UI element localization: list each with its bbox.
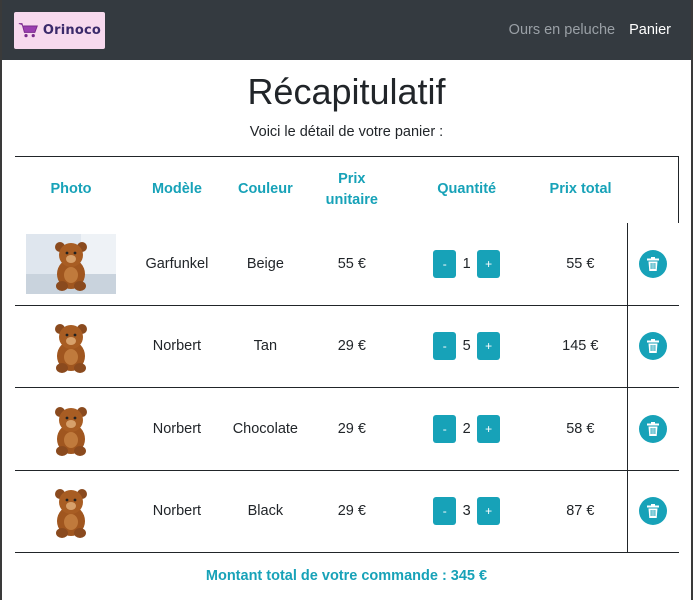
table-row: Garfunkel Beige 55 € - 1 + 55 € [15,222,679,306]
cell-total-price: 58 € [533,387,628,471]
cell-total-price: 145 € [533,305,628,388]
header-photo: Photo [15,156,127,223]
nav-link-cart[interactable]: Panier [629,22,671,38]
cell-quantity: - 2 + [399,387,534,471]
cell-color: Beige [226,222,304,306]
cell-photo [15,470,127,553]
cell-photo [15,305,127,388]
increase-quantity-button[interactable]: + [477,414,501,443]
increase-quantity-button[interactable]: + [477,249,501,278]
page-subtitle: Voici le détail de votre panier : [249,124,444,140]
decrease-quantity-button[interactable]: - [433,249,457,278]
table-row: Norbert Chocolate 29 € - 2 + 58 € [15,387,679,471]
increase-quantity-button[interactable]: + [477,497,501,526]
cell-action [627,305,679,388]
brand-logo[interactable]: Orinoco [14,11,105,49]
cell-unit-price: 29 € [303,387,400,471]
cell-model: Garfunkel [126,222,227,306]
decrease-quantity-button[interactable]: - [433,414,457,443]
cell-photo [15,222,127,306]
page-title: Récapitulatif [247,71,446,112]
cell-total-price: 87 € [533,470,628,553]
cell-action [627,387,679,471]
table-row: Norbert Black 29 € - 3 + 87 € [15,470,679,553]
navbar: Orinoco Ours en peluche Panier [0,0,693,60]
quantity-value: 2 [462,420,471,437]
header-total-price: Prix total [533,156,628,223]
decrease-quantity-button[interactable]: - [433,497,457,526]
teddy-bear-photo [26,399,116,459]
cell-color: Tan [226,305,304,388]
nav-links: Ours en peluche Panier [509,22,671,38]
remove-item-button[interactable] [639,414,668,443]
quantity-stepper: - 2 + [433,414,501,443]
cell-photo [15,387,127,471]
quantity-value: 3 [462,503,471,520]
cell-model: Norbert [126,470,227,553]
trash-icon [647,504,660,519]
cell-quantity: - 3 + [399,470,534,553]
quantity-stepper: - 3 + [433,497,501,526]
cell-quantity: - 1 + [399,222,534,306]
trash-icon [647,256,660,271]
decrease-quantity-button[interactable]: - [433,332,457,361]
remove-item-button[interactable] [639,332,668,361]
teddy-bear-photo [26,481,116,541]
increase-quantity-button[interactable]: + [477,332,501,361]
header-quantity: Quantité [399,156,534,223]
quantity-value: 5 [462,338,471,355]
header-unit-price-label: Prix unitaire [325,170,378,208]
table-row: Norbert Tan 29 € - 5 + 145 € [15,305,679,388]
cell-action [627,222,679,306]
remove-item-button[interactable] [639,249,668,278]
cell-color: Chocolate [226,387,304,471]
order-total: Montant total de votre commande : 345 € [205,568,488,584]
trash-icon [647,421,660,436]
cell-model: Norbert [126,305,227,388]
trash-icon [647,339,660,354]
cell-action [627,470,679,553]
shopping-cart-icon [18,23,38,38]
cell-unit-price: 29 € [303,305,400,388]
brand-logo-text: Orinoco [42,22,101,38]
cell-unit-price: 55 € [303,222,400,306]
cart-table: Photo Modèle Couleur Prix unitaire Quant… [15,156,679,553]
cell-quantity: - 5 + [399,305,534,388]
quantity-stepper: - 1 + [433,249,501,278]
quantity-stepper: - 5 + [433,332,501,361]
header-model: Modèle [126,156,227,223]
teddy-bear-photo [26,316,116,376]
cell-total-price: 55 € [533,222,628,306]
header-action [627,156,679,223]
table-header-row: Photo Modèle Couleur Prix unitaire Quant… [15,156,679,223]
nav-link-teddy-bears[interactable]: Ours en peluche [509,22,615,38]
quantity-value: 1 [462,255,471,272]
cell-color: Black [226,470,304,553]
teddy-bear-photo [25,233,116,294]
header-color: Couleur [226,156,304,223]
cell-model: Norbert [126,387,227,471]
remove-item-button[interactable] [639,497,668,526]
header-unit-price: Prix unitaire [303,156,400,223]
cell-unit-price: 29 € [303,470,400,553]
